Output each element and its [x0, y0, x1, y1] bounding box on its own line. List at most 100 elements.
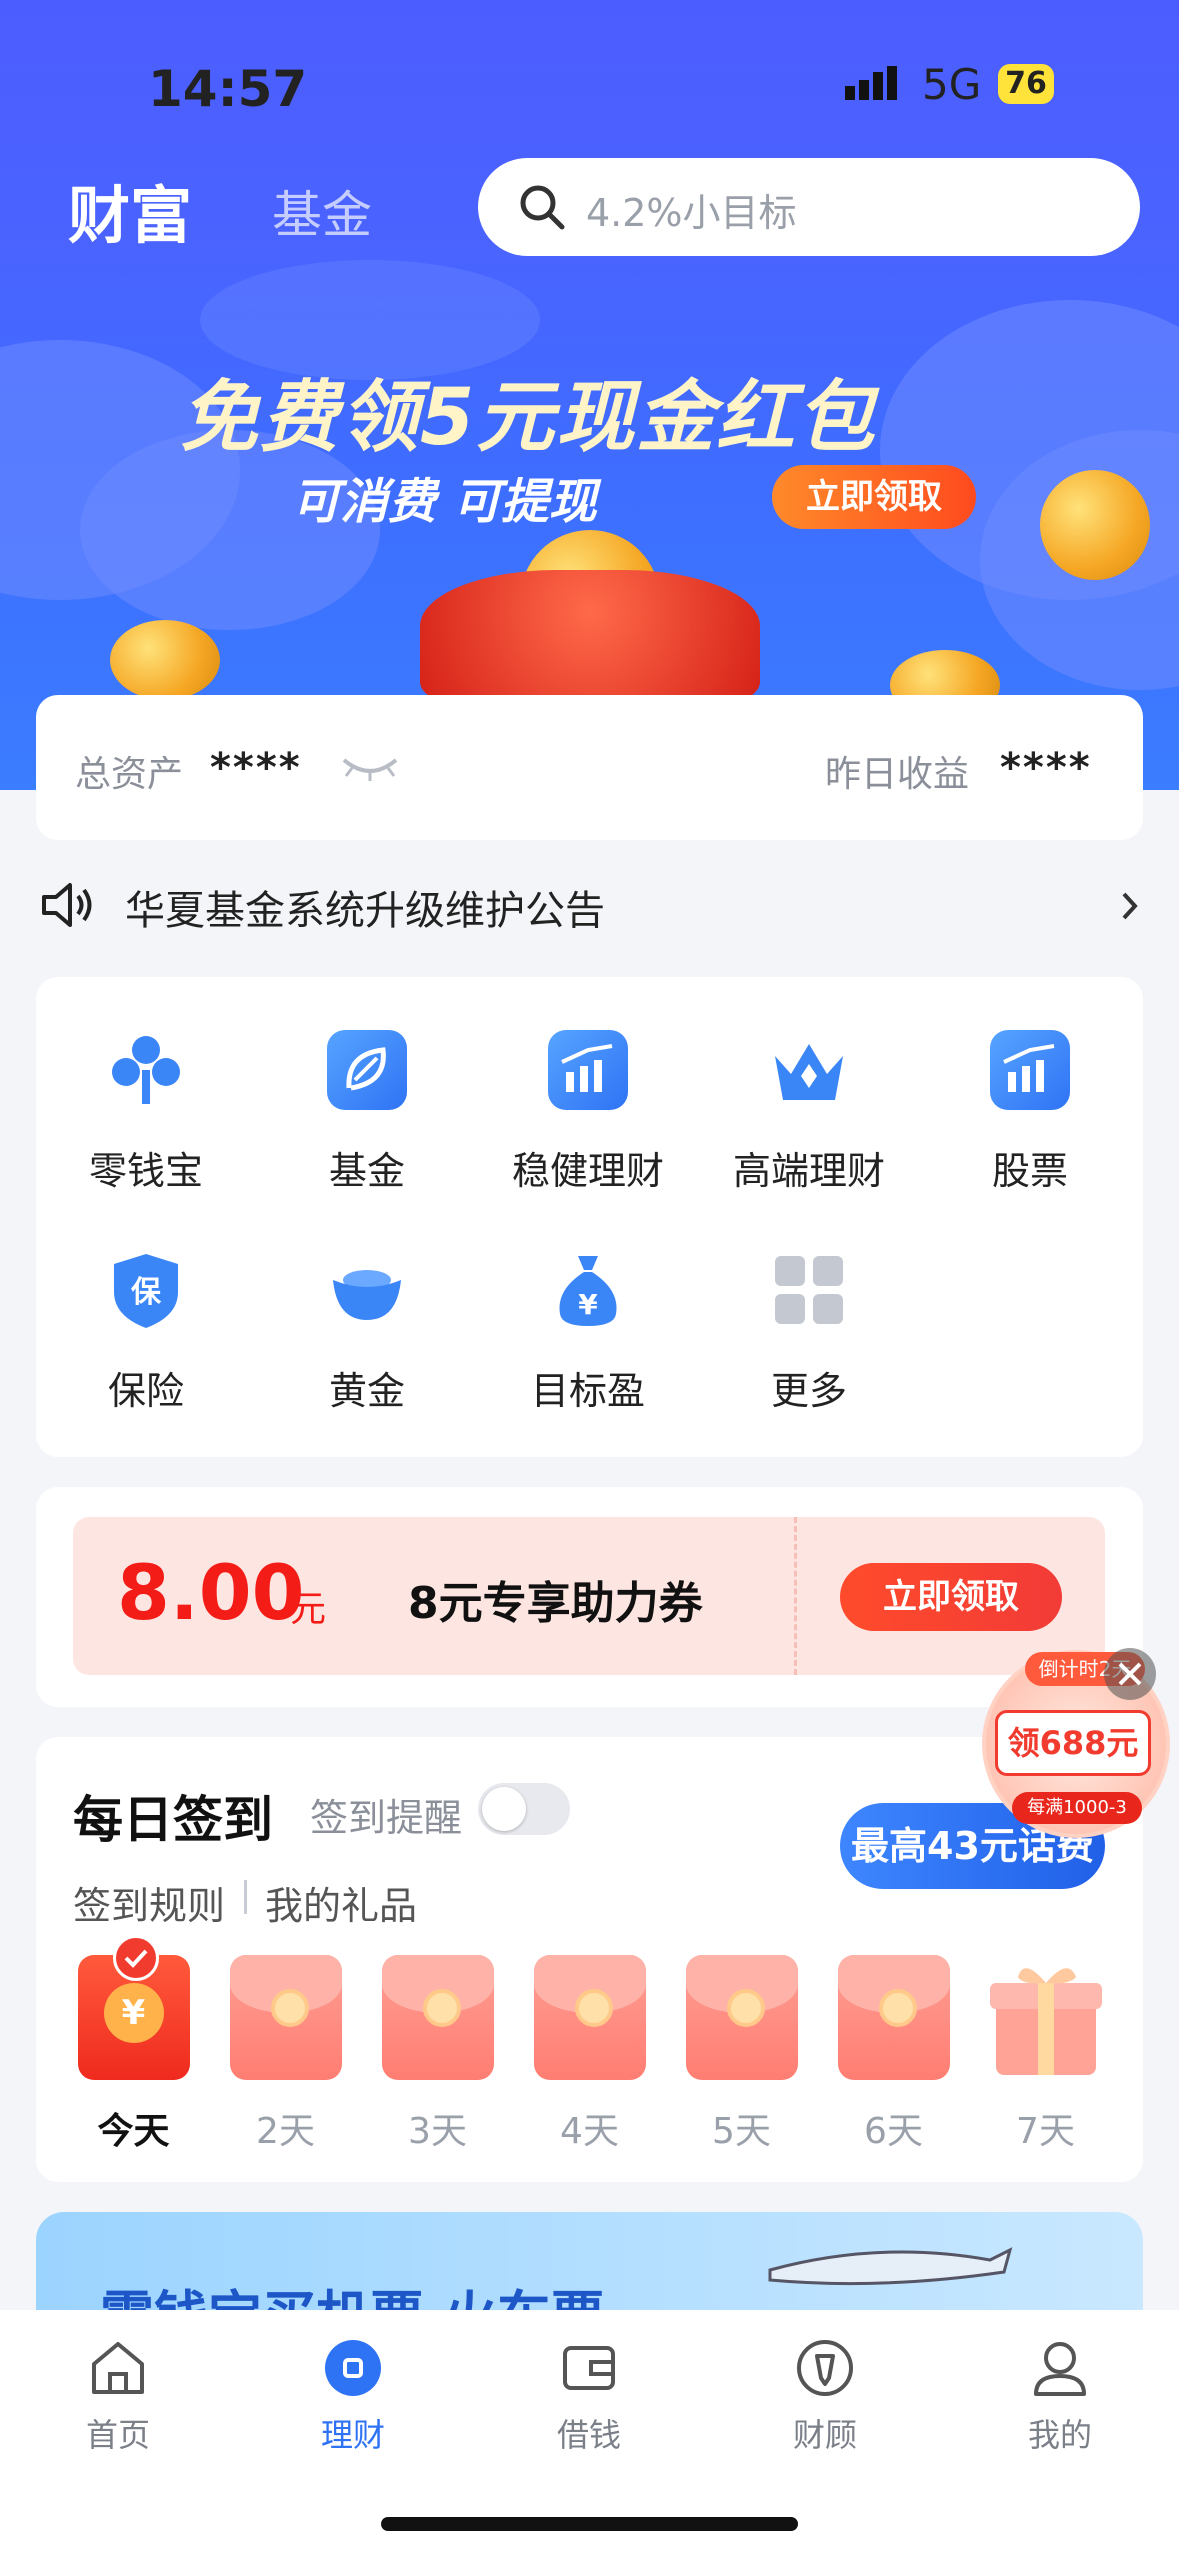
grid-item-label: 股票	[991, 1149, 1068, 1193]
grid-item-stable-wealth[interactable]: 稳健理财	[488, 1030, 688, 1195]
speaker-icon	[40, 880, 96, 934]
day-label: 今天	[97, 2111, 170, 2152]
day-label: 7天	[1016, 2111, 1075, 2152]
tab-label: 理财	[320, 2416, 385, 2454]
signal-icon	[845, 66, 907, 106]
notice-text[interactable]: 华夏基金系统升级维护公告	[125, 878, 605, 936]
banner-subline: 可消费 可提现	[292, 474, 597, 530]
coupon-claim-button[interactable]: 立即领取	[840, 1563, 1062, 1631]
grid-item-label: 保险	[107, 1369, 184, 1413]
finance-icon	[323, 2338, 383, 2398]
grid-item-label: 黄金	[328, 1369, 405, 1413]
red-envelope-icon	[533, 1955, 646, 2080]
status-time: 14:57	[148, 60, 308, 118]
grid-item-label: 稳健理财	[511, 1149, 664, 1193]
total-assets-value: ****	[210, 745, 302, 791]
tab-finance[interactable]: 理财	[273, 2338, 433, 2456]
coupon-title: 8元专享助力券	[408, 1578, 703, 1629]
shield-icon: 保	[46, 1250, 246, 1330]
toggle-knob	[482, 1787, 526, 1831]
fund-icon	[327, 1030, 407, 1110]
coupon-unit: 元	[290, 1589, 327, 1630]
yesterday-income-value: ****	[1000, 745, 1092, 791]
coupon-divider	[794, 1517, 797, 1675]
chart-up-icon	[548, 1030, 628, 1110]
svg-text:¥: ¥	[578, 1288, 598, 1321]
checkmark-icon	[113, 1935, 159, 1981]
signin-rules-link[interactable]: 签到规则	[73, 1875, 225, 1930]
profile-icon	[1030, 2338, 1090, 2398]
home-indicator[interactable]	[381, 2517, 798, 2531]
my-gifts-link[interactable]: 我的礼品	[265, 1875, 417, 1930]
signin-title: 每日签到	[73, 1791, 273, 1849]
grid-more-icon	[709, 1250, 909, 1330]
red-envelope-icon	[837, 1955, 950, 2080]
crown-icon	[709, 1030, 909, 1110]
red-envelope-icon	[685, 1955, 798, 2080]
grid-item-target-profit[interactable]: ¥ 目标盈	[488, 1250, 688, 1415]
float-threshold: 每满1000-3	[1012, 1792, 1142, 1824]
grid-item-label: 目标盈	[530, 1369, 645, 1413]
day-label: 2天	[256, 2111, 315, 2152]
tab-borrow[interactable]: 借钱	[509, 2338, 669, 2456]
grid-item-premium-wealth[interactable]: 高端理财	[709, 1030, 909, 1195]
gift-box-icon	[988, 1955, 1103, 2080]
tab-label: 借钱	[556, 2416, 621, 2454]
assets-card[interactable]	[36, 695, 1143, 840]
day-label: 6天	[864, 2111, 923, 2152]
search-placeholder: 4.2%小目标	[586, 191, 797, 235]
red-envelope-icon	[229, 1955, 342, 2080]
float-reward-amount: 领688元	[995, 1710, 1151, 1776]
signin-day-2[interactable]: 2天	[228, 1955, 343, 2154]
search-icon	[518, 183, 566, 235]
grid-item-label: 更多	[770, 1369, 847, 1413]
grid-item-label: 零钱宝	[88, 1149, 203, 1193]
signin-day-today[interactable]: ¥ 今天	[76, 1955, 191, 2154]
tab-advisor[interactable]: 财顾	[745, 2338, 905, 2456]
banner-headline: 免费领5元现金红包	[180, 373, 877, 463]
grid-item-more[interactable]: 更多	[709, 1250, 909, 1415]
tab-label: 我的	[1027, 2416, 1092, 2454]
yesterday-income-label: 昨日收益	[825, 754, 970, 795]
search-input[interactable]	[478, 158, 1140, 256]
eye-closed-icon[interactable]	[342, 752, 398, 786]
signin-day-5[interactable]: 5天	[684, 1955, 799, 2154]
day-label: 4天	[560, 2111, 619, 2152]
network-label: 5G	[922, 60, 982, 109]
grid-item-label: 高端理财	[732, 1149, 885, 1193]
battery-icon: 76	[998, 64, 1054, 104]
total-assets-label: 总资产	[75, 754, 184, 795]
day-label: 5天	[712, 2111, 771, 2152]
banner-claim-button[interactable]: 立即领取	[772, 465, 976, 529]
grid-item-insurance[interactable]: 保 保险	[46, 1250, 246, 1415]
tab-label: 财顾	[792, 2416, 857, 2454]
signin-day-6[interactable]: 6天	[836, 1955, 951, 2154]
signin-remind-label: 签到提醒	[310, 1796, 463, 1840]
money-bag-icon: ¥	[488, 1250, 688, 1330]
advisor-icon	[795, 2338, 855, 2398]
link-divider	[244, 1880, 247, 1914]
chevron-right-icon	[1120, 890, 1140, 926]
grid-item-lingqianbao[interactable]: 零钱宝	[46, 1030, 246, 1195]
red-envelope-icon	[381, 1955, 494, 2080]
day-label: 3天	[408, 2111, 467, 2152]
grid-item-gold[interactable]: 黄金	[267, 1250, 467, 1415]
gold-ingot-icon	[267, 1250, 467, 1330]
tab-label: 首页	[85, 2416, 150, 2454]
grid-item-stocks[interactable]: 股票	[930, 1030, 1130, 1195]
signin-day-3[interactable]: 3天	[380, 1955, 495, 2154]
coupon-amount: 8.00	[117, 1548, 305, 1637]
tab-home[interactable]: 首页	[38, 2338, 198, 2456]
svg-text:保: 保	[131, 1275, 162, 1310]
grid-item-label: 基金	[328, 1149, 405, 1193]
wallet-icon	[559, 2338, 619, 2398]
close-icon[interactable]	[1104, 1648, 1156, 1700]
tab-profile[interactable]: 我的	[980, 2338, 1140, 2456]
clover-icon	[46, 1030, 246, 1110]
grid-item-fund[interactable]: 基金	[267, 1030, 467, 1195]
tab-fund[interactable]: 基金	[272, 175, 372, 247]
chart-up-icon	[990, 1030, 1070, 1110]
signin-day-4[interactable]: 4天	[532, 1955, 647, 2154]
page-title[interactable]: 财富	[68, 165, 192, 255]
signin-day-7[interactable]: 7天	[988, 1955, 1103, 2154]
